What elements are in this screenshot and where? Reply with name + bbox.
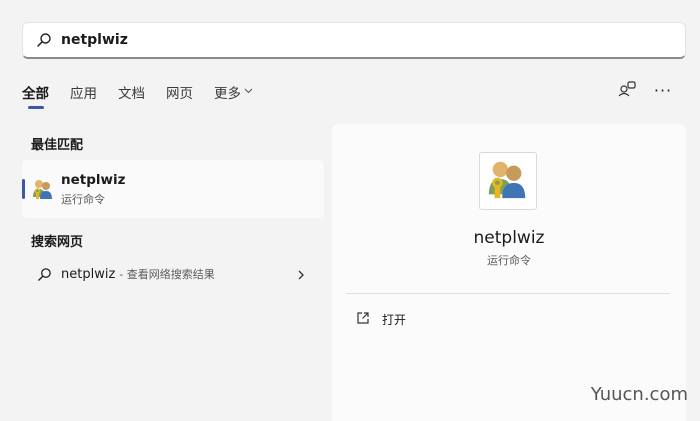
detail-title: netplwiz [473,228,545,248]
web-search-description: - 查看网络搜索结果 [119,268,215,281]
tab-apps[interactable]: 应用 [70,82,97,102]
more-options-button[interactable]: ··· [650,80,676,102]
search-box[interactable]: netplwiz [22,22,686,59]
tab-documents[interactable]: 文档 [118,82,145,102]
best-match-subtitle: 运行命令 [61,192,105,206]
more-options-icon: ··· [653,81,673,100]
open-action-label: 打开 [382,313,407,327]
tab-more[interactable]: 更多 [214,82,253,102]
open-external-icon [356,310,370,329]
detail-subtitle: 运行命令 [487,254,531,267]
best-match-heading: 最佳匹配 [31,138,84,153]
user-accounts-icon [31,177,55,201]
account-switch-icon [618,81,636,101]
selection-indicator [22,179,25,199]
search-icon [35,31,53,49]
tab-web-label: 网页 [166,86,193,102]
web-search-query: netplwiz [61,266,116,282]
divider [346,293,670,294]
detail-pane: netplwiz 运行命令 打开 [332,124,686,421]
tab-documents-label: 文档 [118,86,145,102]
tab-all-label: 全部 [22,86,49,102]
chevron-right-icon [296,267,306,281]
app-icon-frame [479,152,537,210]
tab-all[interactable]: 全部 [22,82,49,102]
user-accounts-icon [485,156,531,206]
search-icon [36,266,52,282]
account-switch-button[interactable] [614,80,640,102]
search-input[interactable]: netplwiz [61,32,128,48]
filter-tabs: 全部 应用 文档 网页 更多 [22,80,274,104]
open-action[interactable]: 打开 [356,310,406,329]
web-search-heading: 搜索网页 [31,235,84,250]
tab-more-label: 更多 [214,86,241,102]
tab-web[interactable]: 网页 [166,82,193,102]
best-match-name: netplwiz [61,171,126,188]
chevron-down-icon [244,87,253,97]
watermark: Yuucn.com [590,384,688,405]
toolbar: ··· [604,80,676,102]
tab-apps-label: 应用 [70,86,97,102]
web-search-result[interactable]: netplwiz - 查看网络搜索结果 [22,258,324,290]
best-match-item[interactable]: netplwiz 运行命令 [22,160,324,218]
